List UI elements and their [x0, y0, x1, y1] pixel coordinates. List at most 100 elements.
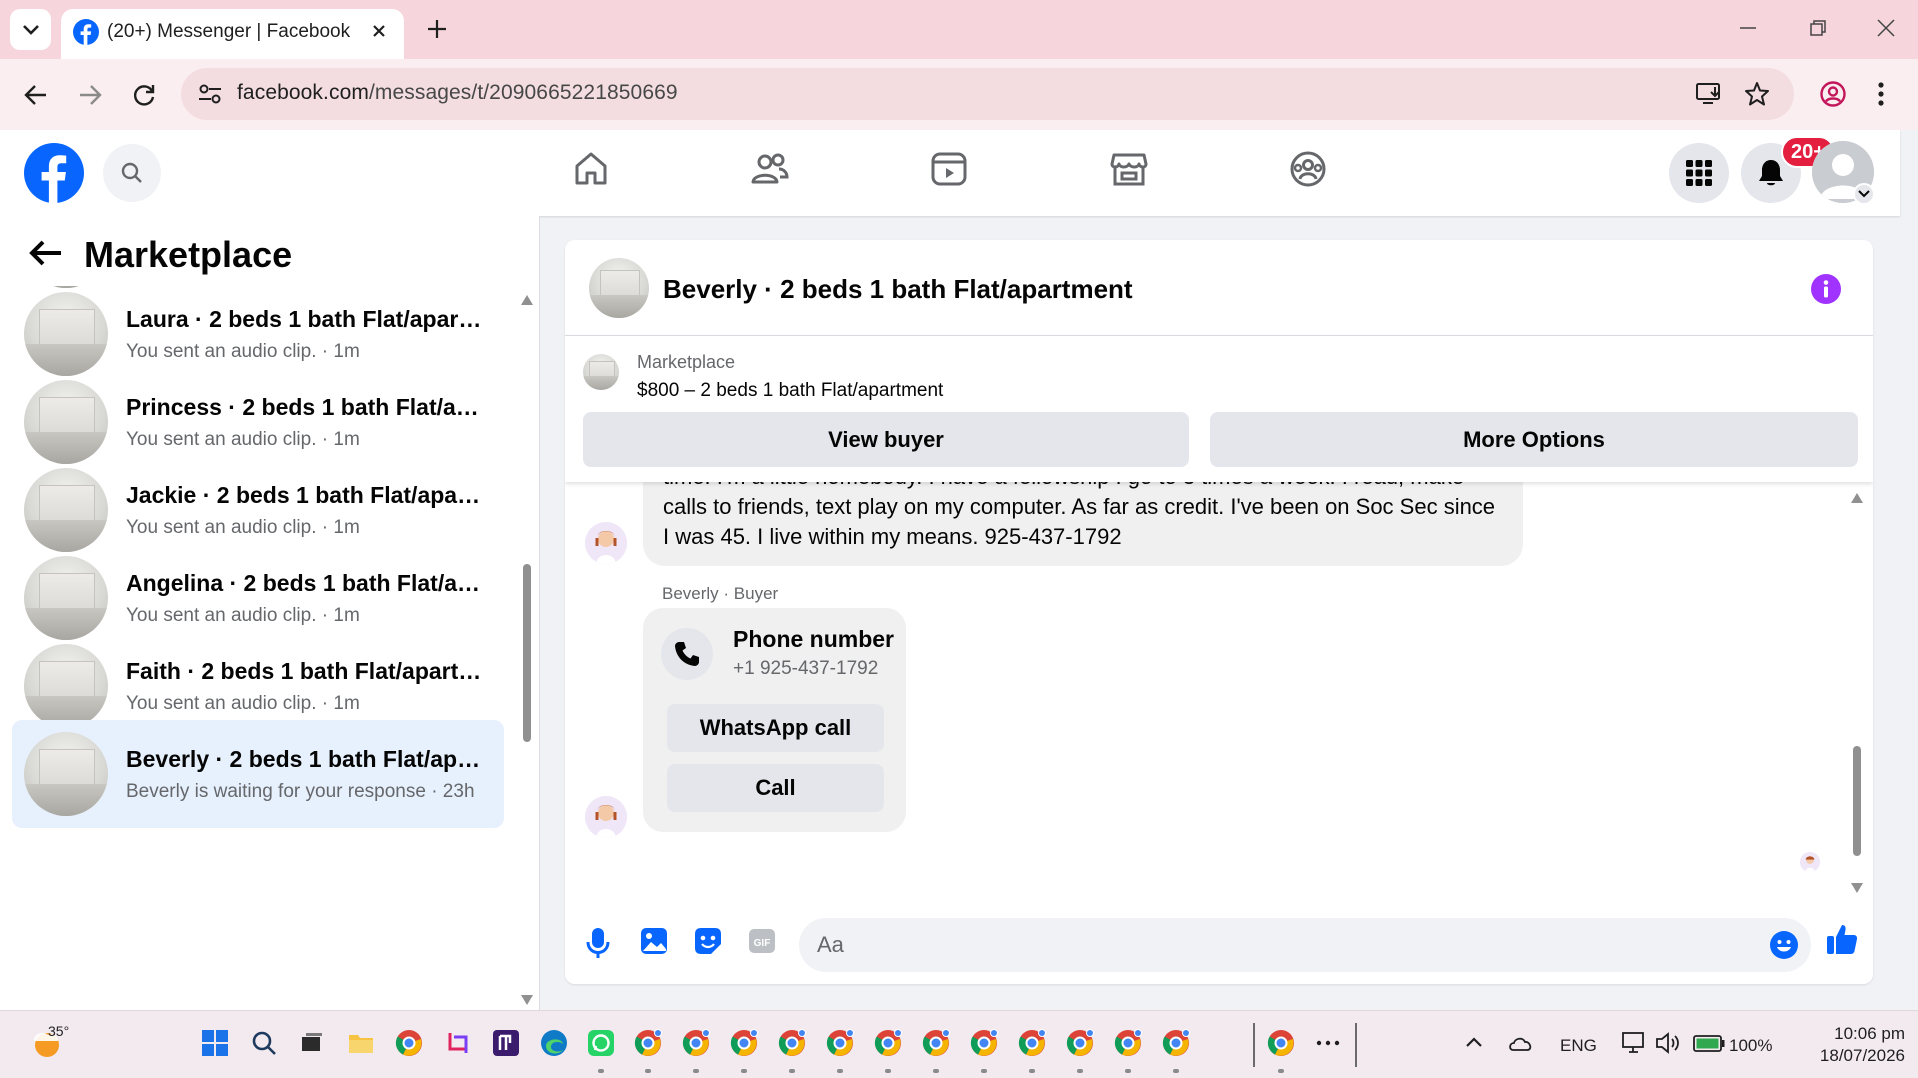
chrome-icon[interactable]	[1066, 1029, 1094, 1057]
clock[interactable]: 10:06 pm 18/07/2026	[1795, 1023, 1905, 1067]
marketplace-tab-icon[interactable]	[1109, 149, 1149, 189]
message-input-placeholder: Aa	[817, 932, 844, 957]
chrome-icon[interactable]	[682, 1029, 710, 1057]
chrome-icon[interactable]	[922, 1029, 950, 1057]
whatsapp-call-button[interactable]: WhatsApp call	[667, 704, 884, 752]
page-title: Marketplace	[84, 234, 293, 275]
account-chevron-icon[interactable]	[1853, 183, 1875, 205]
chrome-icon[interactable]	[1162, 1029, 1190, 1057]
new-tab-icon[interactable]	[424, 16, 450, 42]
whatsapp-icon[interactable]	[587, 1029, 615, 1057]
search-button[interactable]	[103, 144, 161, 202]
listing-thumbnail	[24, 732, 108, 816]
clock-date: 18/07/2026	[1819, 1046, 1905, 1065]
onedrive-cloud-icon[interactable]	[1507, 1029, 1535, 1057]
listing-thumbnail	[583, 354, 619, 390]
scrollbar-thumb[interactable]	[1853, 746, 1861, 856]
friends-tab-icon[interactable]	[750, 149, 790, 189]
contact-card: Phone number +1 925-437-1792 WhatsApp ca…	[643, 608, 906, 832]
battery-icon[interactable]	[1692, 1029, 1726, 1057]
chrome-icon[interactable]	[970, 1029, 998, 1057]
sender-avatar[interactable]	[585, 796, 627, 838]
scroll-down-icon[interactable]	[520, 994, 534, 1006]
scroll-up-icon[interactable]	[1850, 492, 1864, 504]
listing-label: Marketplace	[637, 352, 736, 372]
photo-icon[interactable]	[639, 926, 669, 956]
browser-tab[interactable]: (20+) Messenger | Facebook	[61, 9, 404, 59]
network-icon[interactable]	[1620, 1029, 1648, 1057]
bookmark-star-icon[interactable]	[1744, 81, 1770, 107]
microphone-icon[interactable]	[585, 926, 611, 960]
back-icon[interactable]	[22, 81, 50, 109]
thumbs-up-icon[interactable]	[1825, 922, 1859, 956]
chrome-icon[interactable]	[1018, 1029, 1046, 1057]
minimize-icon[interactable]	[1736, 16, 1760, 40]
language-indicator[interactable]: ENG	[1560, 1036, 1597, 1056]
menu-button[interactable]	[1669, 143, 1729, 203]
chrome-icon[interactable]	[395, 1029, 423, 1057]
close-window-icon[interactable]	[1874, 16, 1898, 40]
conversation-name: Jackie · 2 beds 1 bath Flat/apartment	[126, 482, 488, 508]
chrome-icon[interactable]	[1267, 1029, 1295, 1057]
preview-time: · 1m	[316, 605, 360, 626]
search-icon[interactable]	[250, 1029, 278, 1057]
view-buyer-button[interactable]: View buyer	[583, 412, 1189, 467]
facebook-logo-icon[interactable]	[24, 143, 84, 203]
listing-thumbnail	[24, 468, 108, 552]
chrome-icon[interactable]	[730, 1029, 758, 1057]
task-view-icon[interactable]	[298, 1029, 326, 1057]
running-indicator	[933, 1069, 939, 1073]
address-bar[interactable]: facebook.com/messages/t/2090665221850669	[181, 68, 1794, 120]
file-explorer-icon[interactable]	[347, 1029, 375, 1057]
forward-icon[interactable]	[76, 81, 104, 109]
install-app-icon[interactable]	[1695, 81, 1723, 107]
chrome-icon[interactable]	[634, 1029, 662, 1057]
preview-text: You sent an audio clip.	[126, 693, 317, 714]
video-tab-icon[interactable]	[929, 149, 969, 189]
chat-avatar[interactable]	[589, 258, 649, 318]
emoji-icon[interactable]	[1769, 930, 1799, 960]
edge-icon[interactable]	[540, 1029, 568, 1057]
profile-icon[interactable]	[1819, 80, 1847, 108]
message-input[interactable]: Aa	[799, 918, 1811, 972]
chrome-icon[interactable]	[874, 1029, 902, 1057]
restore-icon[interactable]	[1806, 16, 1830, 40]
conversation-item[interactable]: Beverly · 2 beds 1 bath Flat/apartment Be…	[12, 720, 504, 828]
running-indicator	[1173, 1069, 1179, 1073]
running-indicator	[645, 1069, 651, 1073]
conversation-name: Angelina · 2 beds 1 bath Flat/apartment	[126, 570, 488, 596]
show-hidden-icons-chevron-icon[interactable]	[1460, 1029, 1488, 1057]
chrome-icon[interactable]	[1114, 1029, 1142, 1057]
sticker-icon[interactable]	[693, 926, 723, 956]
snipping-tool-icon[interactable]	[444, 1029, 472, 1057]
menu-kebab-icon[interactable]	[1876, 80, 1886, 108]
chrome-icon[interactable]	[826, 1029, 854, 1057]
running-indicator	[741, 1069, 747, 1073]
url-domain: facebook.com	[237, 81, 369, 104]
app-icon[interactable]	[492, 1029, 520, 1057]
more-apps-icon[interactable]	[1314, 1029, 1342, 1057]
gif-icon[interactable]: GIF	[747, 926, 777, 956]
call-button[interactable]: Call	[667, 764, 884, 812]
chat-title[interactable]: Beverly · 2 beds 1 bath Flat/apartment	[663, 274, 1133, 305]
tab-close-icon[interactable]	[367, 19, 391, 43]
running-indicator	[1125, 1069, 1131, 1073]
taskbar-separator	[1253, 1023, 1255, 1067]
conversation-info-icon[interactable]	[1811, 274, 1841, 304]
scroll-down-icon[interactable]	[1850, 882, 1864, 894]
reload-icon[interactable]	[130, 81, 158, 109]
volume-icon[interactable]	[1654, 1029, 1682, 1057]
sender-avatar[interactable]	[585, 522, 627, 564]
back-arrow-icon[interactable]	[28, 238, 64, 268]
conversation-preview: You sent an audio clip. · 1m	[126, 605, 498, 627]
home-tab-icon[interactable]	[571, 149, 611, 189]
scrollbar-thumb[interactable]	[523, 564, 531, 742]
tab-list-button[interactable]	[10, 9, 51, 50]
svg-text:GIF: GIF	[754, 938, 771, 949]
groups-tab-icon[interactable]	[1288, 149, 1328, 189]
windows-start-icon[interactable]	[201, 1029, 229, 1057]
more-options-button[interactable]: More Options	[1210, 412, 1858, 467]
chrome-icon[interactable]	[778, 1029, 806, 1057]
site-info-icon[interactable]	[197, 82, 223, 106]
scroll-up-icon[interactable]	[520, 294, 534, 306]
